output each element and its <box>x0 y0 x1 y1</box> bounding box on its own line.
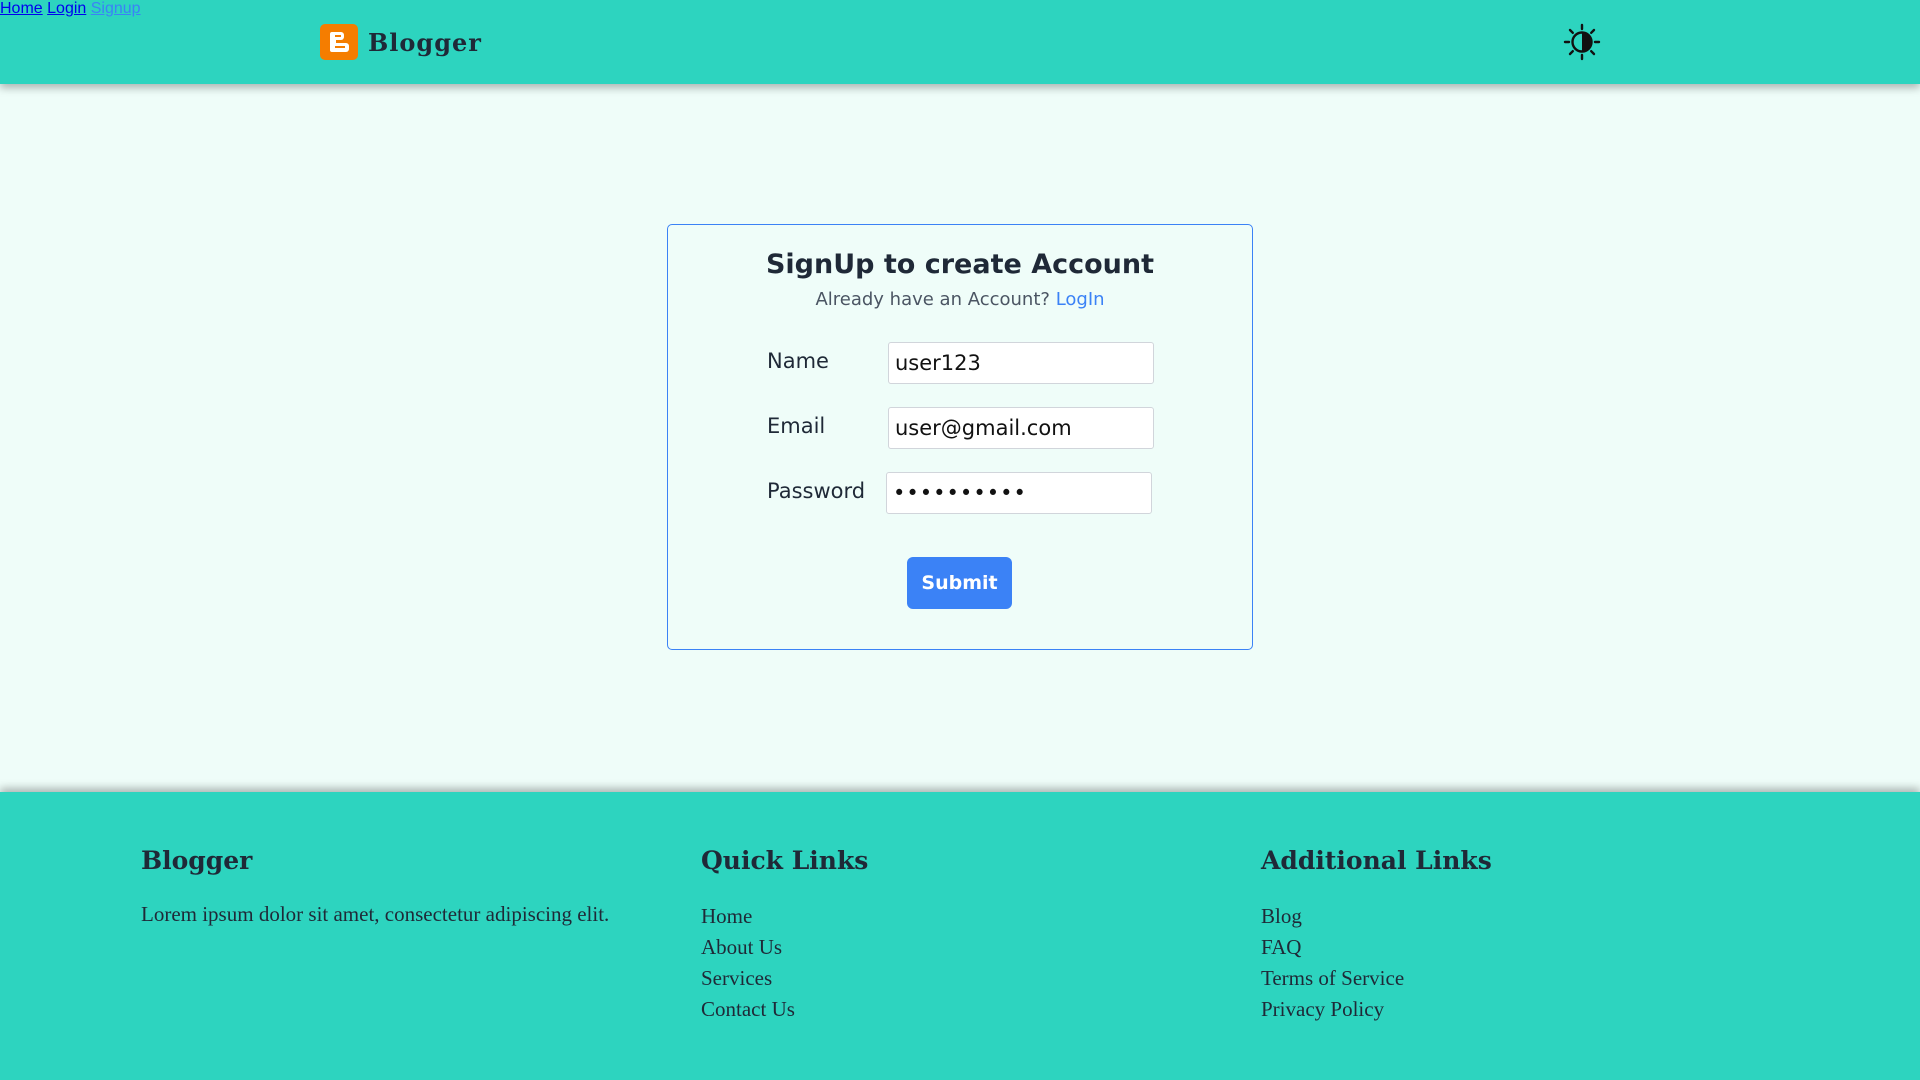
footer-quick-links-title: Quick Links <box>701 846 869 875</box>
list-item: FAQ <box>1261 932 1492 963</box>
site-header: Blogger Home Login Signup <box>0 0 1920 84</box>
name-field[interactable] <box>888 342 1154 384</box>
signup-subtitle-text: Already have an Account? <box>815 289 1050 310</box>
password-field[interactable] <box>886 472 1152 514</box>
quick-links-list: Home About Us Services Contact Us <box>701 901 868 1025</box>
login-link[interactable]: LogIn <box>1056 289 1105 310</box>
submit-button[interactable]: Submit <box>907 557 1012 609</box>
list-item: Blog <box>1261 901 1492 932</box>
footer-quick-links: Quick Links Home About Us Services Conta… <box>701 846 868 1025</box>
nav-link-login[interactable]: Login <box>47 0 86 17</box>
signup-card: SignUp to create Account Already have an… <box>667 224 1253 650</box>
brightness-contrast-icon[interactable] <box>1562 22 1602 62</box>
footer-link-privacy-policy[interactable]: Privacy Policy <box>1261 997 1384 1021</box>
nav-link-signup[interactable]: Signup <box>91 0 141 17</box>
footer-link-services[interactable]: Services <box>701 966 772 990</box>
footer-link-faq[interactable]: FAQ <box>1261 935 1301 959</box>
brand-name: Blogger <box>368 27 482 57</box>
footer-additional-links: Additional Links Blog FAQ Terms of Servi… <box>1261 846 1492 1025</box>
list-item: Terms of Service <box>1261 963 1492 994</box>
site-footer: Blogger Lorem ipsum dolor sit amet, cons… <box>0 792 1920 1080</box>
list-item: Privacy Policy <box>1261 994 1492 1025</box>
footer-additional-links-title: Additional Links <box>1261 846 1492 875</box>
email-field[interactable] <box>888 407 1154 449</box>
footer-link-blog[interactable]: Blog <box>1261 904 1302 928</box>
list-item: Contact Us <box>701 994 868 1025</box>
footer-link-contact-us[interactable]: Contact Us <box>701 997 795 1021</box>
list-item: Home <box>701 901 868 932</box>
footer-about: Blogger Lorem ipsum dolor sit amet, cons… <box>141 846 641 927</box>
email-label: Email <box>767 414 826 438</box>
signup-title: SignUp to create Account <box>765 249 1155 280</box>
signup-subtitle: Already have an Account? LogIn <box>668 289 1252 310</box>
name-label: Name <box>767 349 829 373</box>
footer-about-text: Lorem ipsum dolor sit amet, consectetur … <box>141 902 610 926</box>
nav-link-home[interactable]: Home <box>0 0 43 17</box>
blogger-b-icon <box>320 24 358 60</box>
additional-links-list: Blog FAQ Terms of Service Privacy Policy <box>1261 901 1492 1025</box>
footer-link-terms-of-service[interactable]: Terms of Service <box>1261 966 1404 990</box>
list-item: About Us <box>701 932 868 963</box>
footer-about-title: Blogger <box>141 846 253 875</box>
password-label: Password <box>767 479 866 503</box>
list-item: Services <box>701 963 868 994</box>
footer-link-home[interactable]: Home <box>701 904 752 928</box>
brand[interactable]: Blogger <box>320 24 482 60</box>
footer-link-about-us[interactable]: About Us <box>701 935 782 959</box>
main-nav: Home Login Signup <box>0 0 1920 18</box>
